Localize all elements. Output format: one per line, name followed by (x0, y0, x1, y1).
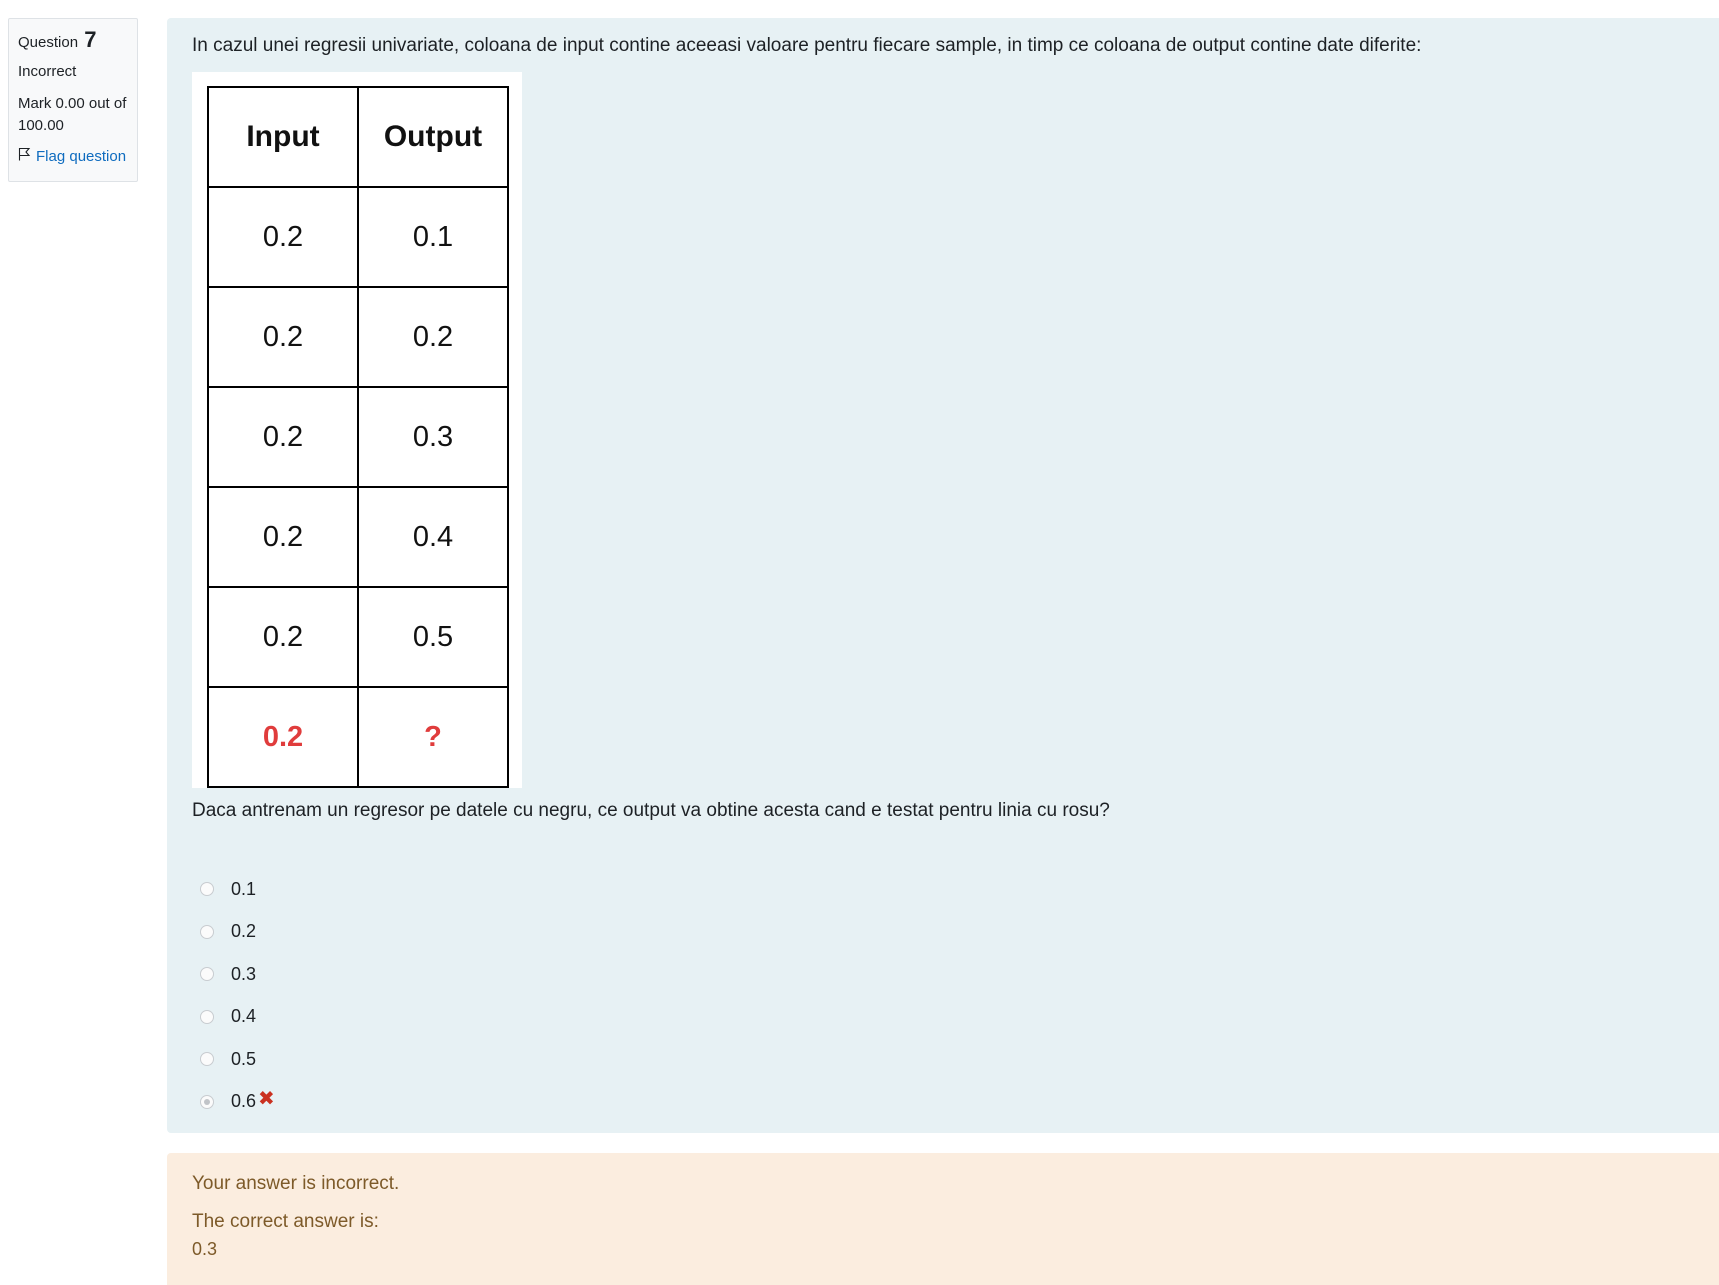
table-cell-output: 0.2 (357, 286, 509, 388)
correct-answer-label: The correct answer is: (192, 1211, 379, 1232)
table-test-input: 0.2 (207, 686, 359, 788)
question-prompt: Daca antrenam un regresor pe datele cu n… (192, 800, 1110, 821)
table-cell-input: 0.2 (207, 586, 359, 688)
table-test-output: ? (357, 686, 509, 788)
table-header-row: Input Output (207, 86, 509, 188)
table-header-output: Output (357, 86, 509, 188)
answer-label: 0.4 (231, 1006, 257, 1027)
table-cell-output: 0.1 (357, 186, 509, 288)
correct-answer-value: 0.3 (192, 1239, 218, 1259)
flag-question-label: Flag question (36, 147, 127, 165)
table-cell-input: 0.2 (207, 486, 359, 588)
answer-label: 0.2 (231, 921, 257, 942)
flag-question-link[interactable]: Flag question (18, 147, 128, 165)
flag-icon (18, 147, 31, 165)
answer-label: 0.6 (231, 1091, 257, 1112)
answer-option[interactable]: 0.4 (200, 996, 275, 1039)
answer-option[interactable]: 0.5 (200, 1038, 275, 1081)
answer-radio-selected[interactable] (200, 1094, 214, 1109)
answer-label: 0.3 (231, 963, 257, 984)
table-row: 0.2 0.2 (207, 286, 509, 388)
question-text: In cazul unei regresii univariate, coloa… (192, 35, 1422, 56)
table-cell-output: 0.5 (357, 586, 509, 688)
answer-option[interactable]: 0.1 (200, 868, 275, 911)
answer-radio[interactable] (200, 882, 214, 897)
answer-label: 0.5 (231, 1048, 257, 1069)
table-row: 0.2 0.4 (207, 486, 509, 588)
question-label: Question (18, 34, 79, 51)
answer-radio[interactable] (200, 1052, 214, 1067)
data-table-image: Input Output 0.2 0.1 0.2 0.2 0.2 0.3 0.2… (192, 72, 522, 788)
table-cell-output: 0.3 (357, 386, 509, 488)
question-number-line: Question 7 (18, 29, 128, 54)
incorrect-icon: ✖ (258, 1088, 275, 1111)
answer-option[interactable]: 0.2 (200, 911, 275, 954)
table-row: 0.2 0.5 (207, 586, 509, 688)
answer-radio[interactable] (200, 924, 214, 939)
table-row: 0.2 0.1 (207, 186, 509, 288)
feedback-result: Your answer is incorrect. (192, 1173, 400, 1194)
question-formulation: In cazul unei regresii univariate, coloa… (167, 18, 1719, 1133)
question-number: 7 (84, 27, 97, 52)
answer-options: 0.1 0.2 0.3 0.4 0.5 0.6 ✖ (200, 868, 275, 1123)
answer-radio[interactable] (200, 967, 214, 982)
question-state: Incorrect (18, 63, 77, 80)
table-header-input: Input (207, 86, 359, 188)
question-grade: Mark 0.00 out of 100.00 (18, 95, 127, 134)
question-info-box: Question 7 Incorrect Mark 0.00 out of 10… (8, 18, 138, 182)
data-table: Input Output 0.2 0.1 0.2 0.2 0.2 0.3 0.2… (207, 86, 509, 788)
table-row: 0.2 0.3 (207, 386, 509, 488)
answer-radio[interactable] (200, 1009, 214, 1024)
table-test-row: 0.2 ? (207, 686, 509, 788)
table-cell-input: 0.2 (207, 386, 359, 488)
table-cell-input: 0.2 (207, 186, 359, 288)
feedback-panel: Your answer is incorrect. The correct an… (167, 1153, 1719, 1285)
answer-option-selected[interactable]: 0.6 ✖ (200, 1081, 275, 1124)
answer-label: 0.1 (231, 878, 257, 899)
answer-option[interactable]: 0.3 (200, 953, 275, 996)
table-cell-input: 0.2 (207, 286, 359, 388)
table-cell-output: 0.4 (357, 486, 509, 588)
